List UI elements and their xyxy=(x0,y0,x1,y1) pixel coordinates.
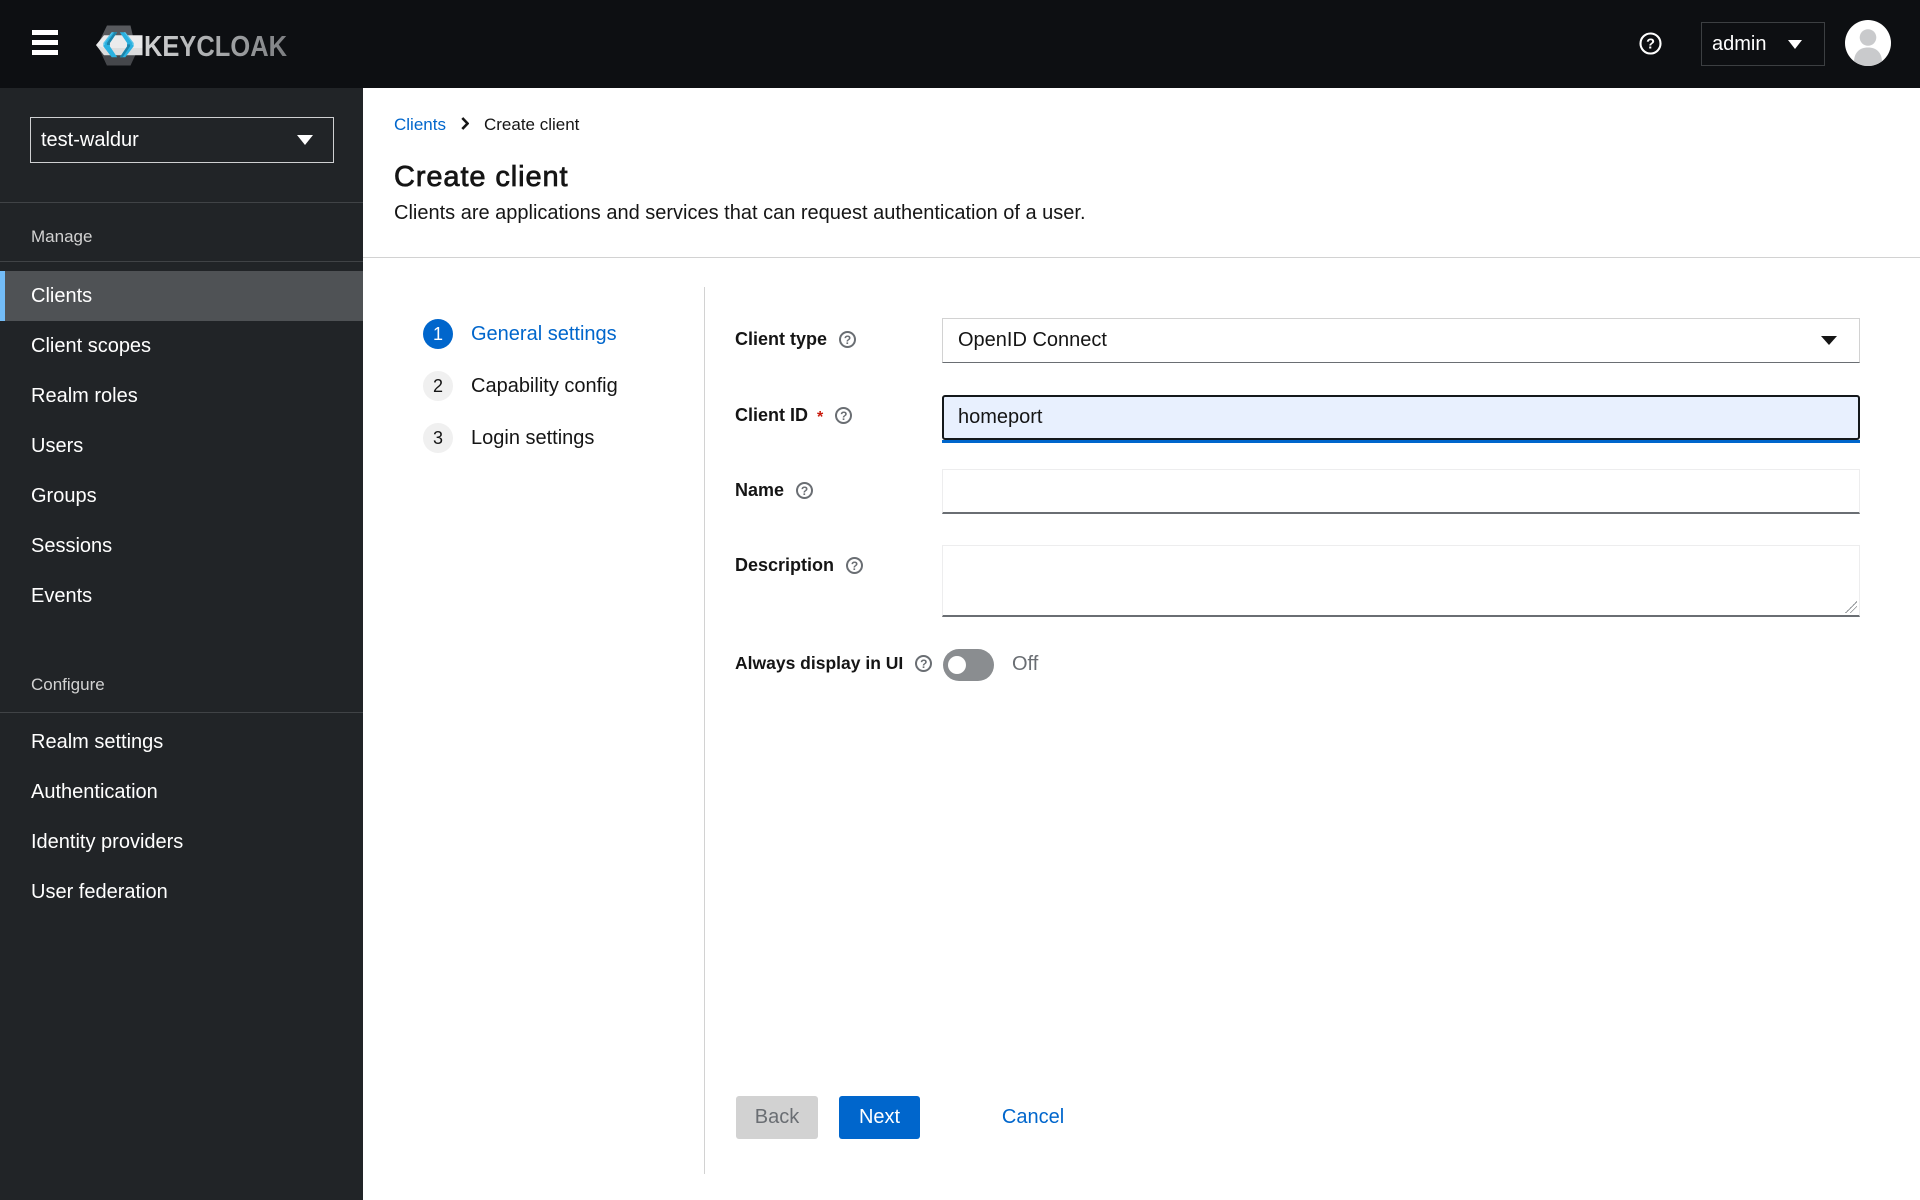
svg-text:KEYCLOAK: KEYCLOAK xyxy=(144,31,287,63)
svg-text:?: ? xyxy=(1646,37,1655,53)
